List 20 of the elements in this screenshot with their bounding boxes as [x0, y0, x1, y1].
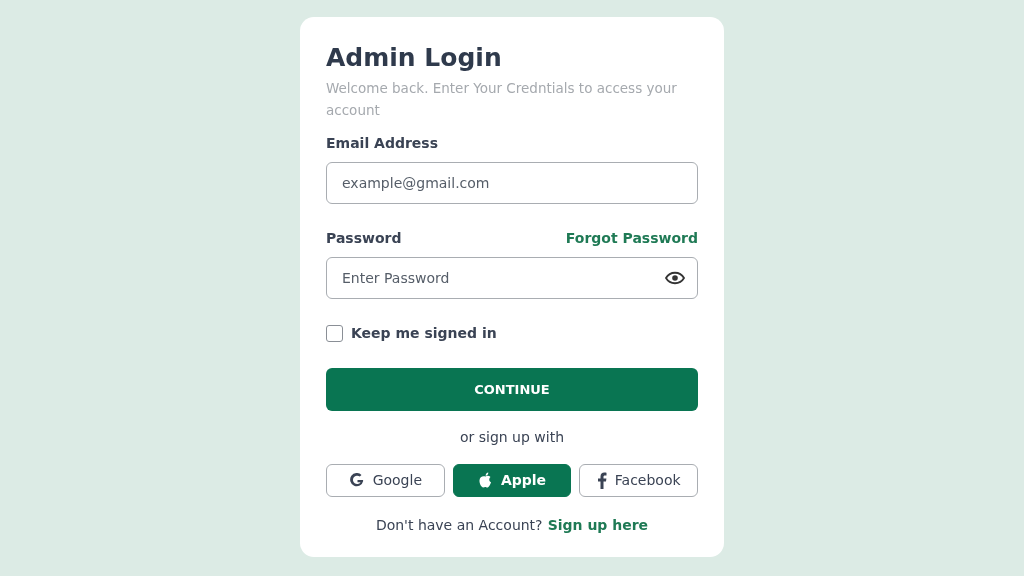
footer-text: Don't have an Account? [375, 517, 543, 533]
social-login-button[interactable]: Apple [452, 464, 572, 497]
sign-up-link[interactable]: Sign up here [547, 517, 649, 533]
social-login-button[interactable]: Google [326, 464, 445, 497]
forgot-password-link[interactable]: Forgot Password [565, 228, 698, 249]
email-field[interactable]: example@gmail.com [326, 162, 698, 204]
apple-icon [477, 472, 493, 489]
subtitle-text: Welcome back. Enter Your Credntials to access your account [326, 79, 678, 120]
facebook-icon [596, 472, 607, 489]
field-label: Email Address [326, 134, 439, 153]
divider-text: or sign up with [458, 428, 566, 447]
social-login-button[interactable]: Facebook [579, 464, 698, 497]
eye-icon[interactable] [665, 271, 685, 285]
field-label: Password [326, 229, 402, 248]
continue-button[interactable]: CONTINUE [326, 368, 698, 411]
password-field[interactable]: Enter Password [326, 257, 698, 299]
checkbox[interactable] [326, 325, 343, 342]
google-icon [348, 472, 365, 489]
checkbox-label: Keep me signed in [351, 324, 497, 343]
page-title: Admin Login [326, 43, 503, 73]
